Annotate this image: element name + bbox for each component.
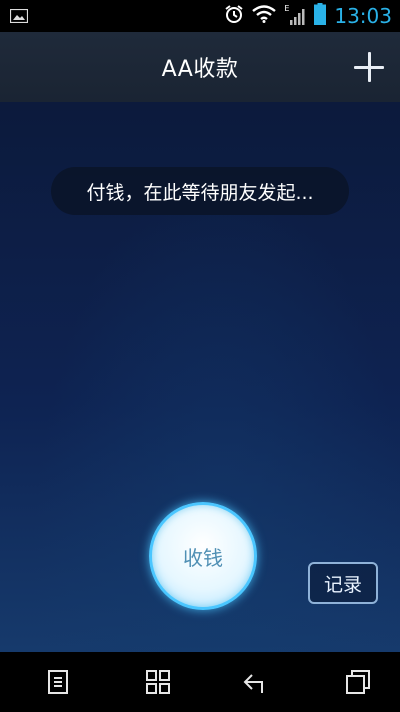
main-area: 付钱，在此等待朋友发起... 收钱 记录 xyxy=(0,102,400,652)
wifi-icon xyxy=(252,5,277,27)
add-button[interactable] xyxy=(354,52,384,82)
signal-icon: E xyxy=(284,4,306,26)
menu-icon[interactable] xyxy=(45,669,71,695)
apps-icon[interactable] xyxy=(145,669,171,695)
status-bar: E 13:03 xyxy=(0,0,400,32)
navigation-bar xyxy=(0,652,400,712)
collect-money-button[interactable]: 收钱 xyxy=(149,502,257,610)
page-title: AA收款 xyxy=(161,57,239,82)
status-time: 13:03 xyxy=(334,4,392,28)
alarm-icon xyxy=(224,4,244,28)
waiting-message: 付钱，在此等待朋友发起... xyxy=(51,167,349,215)
battery-icon xyxy=(314,3,327,29)
back-icon[interactable] xyxy=(242,669,268,695)
collect-money-label: 收钱 xyxy=(183,545,223,570)
records-button[interactable]: 记录 xyxy=(308,562,378,604)
records-label: 记录 xyxy=(323,573,362,596)
image-icon xyxy=(9,8,29,24)
screen: E 13:03 AA收款 付钱，在此等待朋友发起... 收钱 记录 xyxy=(0,0,400,712)
title-bar: AA收款 xyxy=(0,32,400,103)
recents-icon[interactable] xyxy=(345,669,371,695)
status-icons: E 13:03 xyxy=(224,3,392,29)
